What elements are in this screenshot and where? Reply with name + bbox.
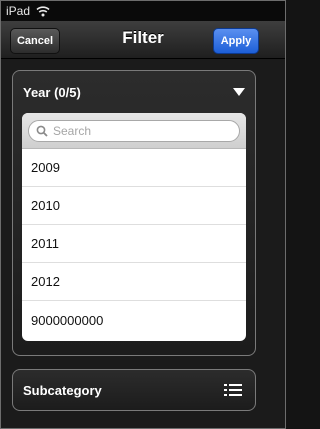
search-input[interactable]: Search: [28, 119, 240, 142]
list-icon[interactable]: [224, 383, 242, 397]
list-item-year[interactable]: 2011: [22, 225, 246, 263]
expand-triangle-icon[interactable]: [233, 88, 245, 96]
filter-content: Year (0/5) Search 2009 2010 2011 2012 90…: [1, 59, 285, 428]
apply-button[interactable]: Apply: [213, 28, 259, 54]
list-item-year[interactable]: 2012: [22, 263, 246, 301]
navigation-bar: Cancel Filter Apply: [1, 21, 285, 59]
search-icon: [36, 125, 48, 137]
wifi-icon: [36, 6, 50, 17]
year-section-header[interactable]: Year (0/5): [13, 71, 255, 113]
list-item-year[interactable]: 9000000000: [22, 301, 246, 339]
status-bar: iPad: [1, 1, 285, 21]
subcategory-section-title: Subcategory: [23, 382, 102, 398]
list-item-year[interactable]: 2010: [22, 187, 246, 225]
list-item-year[interactable]: 2009: [22, 149, 246, 187]
year-list-panel: Search 2009 2010 2011 2012 9000000000: [22, 113, 246, 341]
year-section-title: Year (0/5): [23, 84, 81, 100]
search-placeholder: Search: [53, 123, 92, 138]
device-name: iPad: [6, 4, 31, 18]
year-filter-section: Year (0/5) Search 2009 2010 2011 2012 90…: [12, 70, 256, 356]
app-window: iPad Cancel Filter Apply Year (0/5) Sear…: [0, 0, 286, 429]
subcategory-filter-section[interactable]: Subcategory: [12, 369, 256, 411]
search-bar: Search: [22, 113, 246, 149]
